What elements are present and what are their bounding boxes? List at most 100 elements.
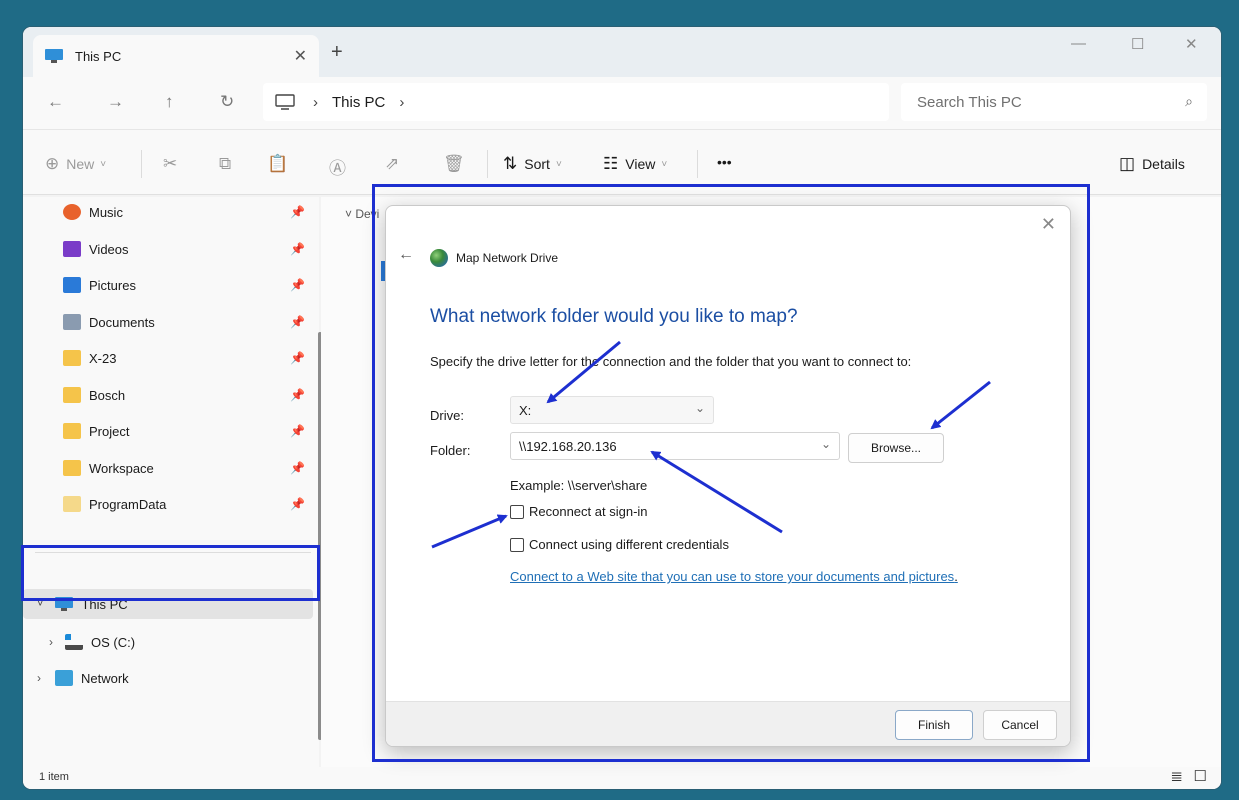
drive-select[interactable]: X: ⌄ xyxy=(510,396,714,424)
more-icon: ••• xyxy=(717,154,732,170)
sidebar-item-label: Music xyxy=(89,204,123,220)
sidebar-item-label: Pictures xyxy=(89,277,136,293)
delete-button[interactable]: 🗑 xyxy=(443,154,472,174)
sidebar-item-label: Documents xyxy=(89,314,155,330)
chevron-right-icon[interactable]: › xyxy=(49,635,53,649)
sidebar-item-project[interactable]: Project 📌 xyxy=(23,416,313,446)
details-view-icon[interactable]: ≣ xyxy=(1170,767,1183,785)
sidebar-item-label: Workspace xyxy=(89,460,154,476)
breadcrumb-this-pc[interactable]: This PC xyxy=(332,94,385,111)
sidebar-item-documents[interactable]: Documents 📌 xyxy=(23,307,313,337)
pin-icon[interactable]: 📌 xyxy=(290,205,305,219)
sort-label: Sort xyxy=(524,156,550,172)
pin-icon[interactable]: 📌 xyxy=(290,351,305,365)
dialog-instructions: Specify the drive letter for the connect… xyxy=(430,354,912,369)
close-button[interactable]: ✕ xyxy=(1185,35,1198,53)
paste-button[interactable]: 📋 xyxy=(267,154,295,174)
dialog-heading: What network folder would you like to ma… xyxy=(430,306,798,327)
copy-button[interactable]: ⧉ xyxy=(219,154,238,174)
trash-icon: 🗑 xyxy=(443,154,465,173)
folder-input[interactable]: \\192.168.20.136 ⌄ xyxy=(510,432,840,460)
chevron-right-icon[interactable]: › xyxy=(37,671,41,685)
close-icon[interactable]: ✕ xyxy=(1041,214,1056,235)
map-network-drive-dialog: ✕ ← Map Network Drive What network folde… xyxy=(385,205,1071,747)
sidebar-item-programdata[interactable]: ProgramData 📌 xyxy=(23,489,313,519)
sidebar-item-videos[interactable]: Videos 📌 xyxy=(23,234,313,264)
link-period: . xyxy=(954,569,958,584)
folder-icon xyxy=(63,350,81,366)
item-count: 1 item xyxy=(39,771,69,783)
search-placeholder: Search This PC xyxy=(917,93,1022,111)
share-button[interactable]: ⇗ xyxy=(385,154,406,174)
pin-icon[interactable]: 📌 xyxy=(290,388,305,402)
sort-icon: ⇅ xyxy=(503,154,518,173)
sidebar-item-network[interactable]: › Network xyxy=(23,663,313,693)
dialog-caption: Map Network Drive xyxy=(430,249,558,267)
sort-button[interactable]: ⇅ Sort ˅ xyxy=(503,154,562,174)
folder-icon xyxy=(63,460,81,476)
web-site-link[interactable]: Connect to a Web site that you can use t… xyxy=(510,569,958,584)
sidebar-item-music[interactable]: Music 📌 xyxy=(23,197,313,227)
rename-button[interactable]: Ⓐ xyxy=(329,154,353,179)
reconnect-checkbox[interactable] xyxy=(510,504,524,519)
tab-bar: This PC ✕ + — ☐ ✕ xyxy=(23,27,1221,77)
address-field[interactable]: › This PC › xyxy=(263,83,889,121)
dialog-title: Map Network Drive xyxy=(456,251,559,265)
sidebar-item-workspace[interactable]: Workspace 📌 xyxy=(23,453,313,483)
toolbar-divider xyxy=(697,150,698,178)
pin-icon[interactable]: 📌 xyxy=(290,424,305,438)
chevron-down-icon[interactable]: ⌄ xyxy=(821,437,831,451)
example-text: Example: \\server\share xyxy=(510,478,648,493)
pin-icon[interactable]: 📌 xyxy=(290,315,305,329)
tiles-view-icon[interactable]: ☐ xyxy=(1194,767,1207,785)
sidebar-item-os-drive[interactable]: › OS (C:) xyxy=(23,627,313,657)
sidebar-item-pictures[interactable]: Pictures 📌 xyxy=(23,270,313,300)
new-button[interactable]: ⊕ New ˅ xyxy=(45,154,106,174)
search-icon: ⌕ xyxy=(1185,93,1193,109)
credentials-checkbox[interactable] xyxy=(510,537,524,552)
view-button[interactable]: ☷ View ˅ xyxy=(603,154,667,174)
credentials-checkbox-row[interactable]: Connect using different credentials xyxy=(510,537,729,552)
tab-close-icon[interactable]: ✕ xyxy=(294,46,307,66)
new-tab-icon[interactable]: + xyxy=(331,41,343,64)
more-options-button[interactable]: ••• xyxy=(717,154,732,170)
view-label: View xyxy=(625,156,656,172)
up-icon[interactable]: ↑ xyxy=(165,92,174,112)
sidebar-item-bosch[interactable]: Bosch 📌 xyxy=(23,380,313,410)
monitor-icon xyxy=(275,94,295,110)
plus-circle-icon: ⊕ xyxy=(45,154,60,173)
back-arrow-icon[interactable]: ← xyxy=(398,246,414,264)
pin-icon[interactable]: 📌 xyxy=(290,497,305,511)
group-header[interactable]: ˅ Devi xyxy=(345,207,379,221)
sidebar-item-this-pc[interactable]: ˅ This PC xyxy=(23,589,313,619)
details-button[interactable]: ◫ Details xyxy=(1119,154,1185,174)
toolbar-divider xyxy=(487,150,488,178)
cut-button[interactable]: ✂ xyxy=(163,154,184,174)
tab-this-pc[interactable]: This PC ✕ xyxy=(33,35,319,77)
back-icon[interactable]: ← xyxy=(47,92,64,112)
chevron-down-icon: ˅ xyxy=(661,158,668,170)
chevron-down-icon[interactable]: ˅ xyxy=(37,598,43,610)
pin-icon[interactable]: 📌 xyxy=(290,461,305,475)
pin-icon[interactable]: 📌 xyxy=(290,278,305,292)
forward-icon[interactable]: → xyxy=(107,92,124,112)
pin-icon[interactable]: 📌 xyxy=(290,242,305,256)
search-input[interactable]: Search This PC ⌕ xyxy=(901,83,1207,121)
refresh-icon[interactable]: ↻ xyxy=(220,92,234,112)
copy-icon: ⧉ xyxy=(219,154,232,173)
browse-button[interactable]: Browse... xyxy=(848,433,944,463)
finish-button[interactable]: Finish xyxy=(895,710,973,740)
this-pc-icon xyxy=(45,49,63,63)
sidebar-item-x23[interactable]: X-23 📌 xyxy=(23,343,313,373)
reconnect-checkbox-row[interactable]: Reconnect at sign-in xyxy=(510,504,648,519)
chevron-right-icon[interactable]: › xyxy=(399,94,404,111)
sidebar-item-label: This PC xyxy=(81,596,128,612)
cut-icon: ✂ xyxy=(163,154,178,173)
details-label: Details xyxy=(1142,156,1185,172)
folder-value: \\192.168.20.136 xyxy=(519,438,617,454)
maximize-button[interactable]: ☐ xyxy=(1131,35,1144,53)
link-text[interactable]: Connect to a Web site that you can use t… xyxy=(510,569,954,584)
address-bar-row: ← → ↑ ↻ › This PC › Search This PC ⌕ xyxy=(23,77,1221,129)
minimize-button[interactable]: — xyxy=(1071,35,1086,52)
cancel-button[interactable]: Cancel xyxy=(983,710,1057,740)
